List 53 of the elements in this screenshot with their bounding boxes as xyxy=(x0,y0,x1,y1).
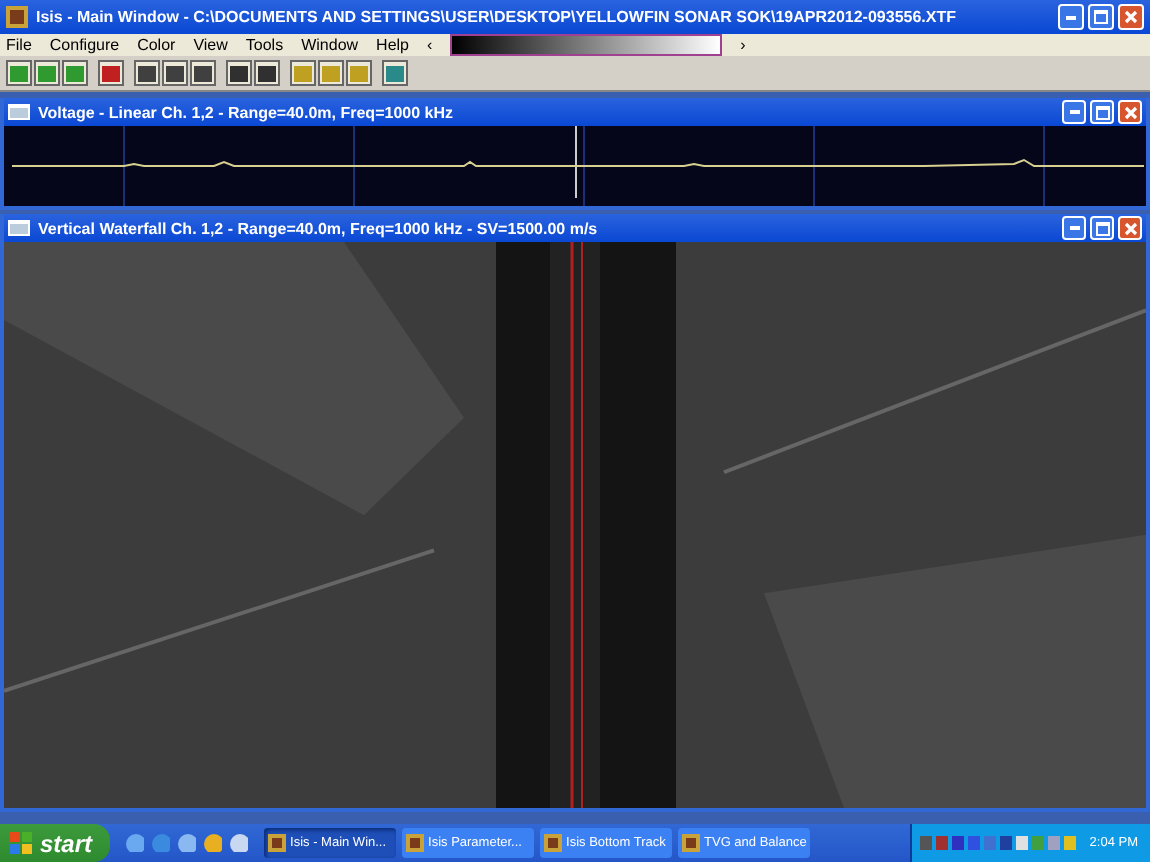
toolbar-button[interactable] xyxy=(254,60,280,86)
minimize-button[interactable] xyxy=(1062,100,1086,124)
maximize-icon xyxy=(1094,10,1108,24)
close-button[interactable] xyxy=(1118,216,1142,240)
menu-item[interactable]: Tools xyxy=(245,36,284,54)
toolbar-button[interactable] xyxy=(290,60,316,86)
start-button[interactable]: start xyxy=(0,824,111,862)
window-icon xyxy=(8,220,30,236)
toolbar-button[interactable] xyxy=(162,60,188,86)
toolbar-button[interactable] xyxy=(34,60,60,86)
app-icon xyxy=(682,834,701,852)
close-button[interactable] xyxy=(1118,100,1142,124)
toolbar-button[interactable] xyxy=(98,60,124,86)
maximize-button[interactable] xyxy=(1090,100,1114,124)
color-palette-bar[interactable] xyxy=(450,34,723,56)
app-icon xyxy=(544,834,563,852)
window-title: Isis - Main Window - C:\DOCUMENTS AND SETTINGS\USER\DESKTOP\YELLOWFIN SONAR SOK\19APR2012-093556.XTF xyxy=(36,8,958,26)
minimize-button[interactable] xyxy=(1058,4,1084,30)
app-icon xyxy=(6,6,28,28)
close-icon xyxy=(1124,10,1138,24)
app-icon xyxy=(406,834,425,852)
menu-item[interactable]: Help xyxy=(376,36,409,54)
window-icon xyxy=(8,104,30,120)
minimize-button[interactable] xyxy=(1062,216,1086,240)
menu-item[interactable]: View xyxy=(193,36,228,54)
toolbar-button[interactable] xyxy=(190,60,216,86)
toolbar-button[interactable] xyxy=(226,60,252,86)
maximize-icon xyxy=(1095,105,1109,119)
toolbar-button[interactable] xyxy=(134,60,160,86)
maximize-button[interactable] xyxy=(1090,216,1114,240)
toolbar-button[interactable] xyxy=(346,60,372,86)
toolbar-button[interactable] xyxy=(62,60,88,86)
child-window-title: Vertical Waterfall Ch. 1,2 - Range=40.0m, Freq=1000 kHz - SV=1500.00 m/s xyxy=(38,219,600,237)
maximize-button[interactable] xyxy=(1088,4,1114,30)
close-button[interactable] xyxy=(1118,4,1144,30)
windows-logo-icon xyxy=(10,832,32,854)
app-icon xyxy=(268,834,287,852)
toolbar-button[interactable] xyxy=(382,60,408,86)
close-icon xyxy=(1123,221,1137,235)
minimize-icon xyxy=(1066,15,1076,19)
menu-item[interactable]: Color xyxy=(137,36,176,54)
toolbar-button[interactable] xyxy=(318,60,344,86)
scroll-right-button[interactable]: › xyxy=(740,36,746,54)
menu-item[interactable]: Window xyxy=(301,36,359,54)
minimize-icon xyxy=(1069,226,1079,230)
menu-item[interactable]: Configure xyxy=(49,36,120,54)
close-icon xyxy=(1123,105,1137,119)
toolbar-button[interactable] xyxy=(6,60,32,86)
menu-item[interactable]: File xyxy=(6,36,32,54)
maximize-icon xyxy=(1095,221,1109,235)
scroll-left-button[interactable]: ‹ xyxy=(427,36,433,54)
minimize-icon xyxy=(1069,110,1079,114)
child-window-title: Voltage - Linear Ch. 1,2 - Range=40.0m, Freq=1000 kHz xyxy=(38,103,455,121)
